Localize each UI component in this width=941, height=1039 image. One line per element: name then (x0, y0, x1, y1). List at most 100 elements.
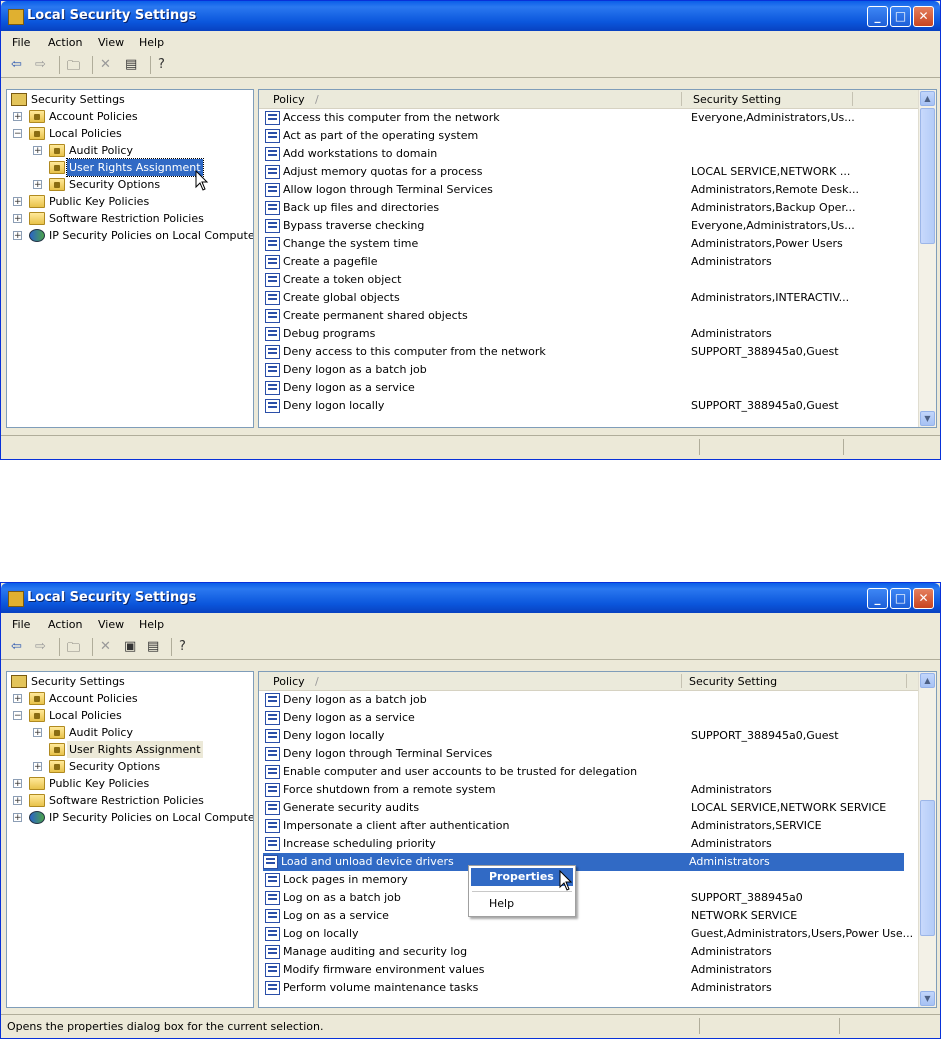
menu-help[interactable]: Help (139, 36, 164, 49)
expand-icon[interactable]: + (13, 112, 22, 122)
column-header-policy[interactable]: Policy (273, 93, 305, 106)
table-row[interactable]: Enable computer and user accounts to be … (265, 763, 905, 781)
table-row[interactable]: Allow logon through Terminal Services Adm… (265, 181, 905, 199)
scroll-up-icon[interactable]: ▲ (920, 673, 935, 688)
table-row[interactable]: Deny logon locally SUPPORT_388945a0,Guest (265, 397, 905, 415)
table-row[interactable]: Increase scheduling priority Administrato… (265, 835, 905, 853)
export-icon[interactable]: ▤ (125, 57, 137, 72)
expand-icon[interactable]: + (13, 231, 22, 241)
column-header-security-setting[interactable]: Security Setting (689, 675, 777, 688)
close-button[interactable]: ✕ (913, 6, 934, 27)
scroll-thumb[interactable] (920, 800, 935, 936)
delete-icon[interactable]: ✕ (100, 639, 111, 654)
table-row[interactable]: Log on as a service NETWORK SERVICE (265, 907, 905, 925)
menu-action[interactable]: Action (48, 36, 82, 49)
table-row[interactable]: Manage auditing and security log Administ… (265, 943, 905, 961)
table-row[interactable]: Log on as a batch job SUPPORT_388945a0 (265, 889, 905, 907)
lock-folder-icon (49, 743, 65, 756)
table-row[interactable]: Load and unload device drivers Administra… (263, 853, 904, 871)
menu-view[interactable]: View (98, 36, 124, 49)
menu-action[interactable]: Action (48, 618, 82, 631)
collapse-icon[interactable]: − (13, 129, 22, 139)
help-icon[interactable]: ? (158, 57, 165, 72)
table-row[interactable]: Perform volume maintenance tasks Administ… (265, 979, 905, 997)
policy-name: Debug programs (283, 327, 376, 340)
close-button[interactable]: ✕ (913, 588, 934, 609)
table-row[interactable]: Add workstations to domain (265, 145, 905, 163)
table-row[interactable]: Create permanent shared objects (265, 307, 905, 325)
title-bar[interactable]: Local Security Settings _ □ ✕ (1, 583, 940, 613)
expand-icon[interactable]: + (13, 813, 22, 823)
table-row[interactable]: Deny logon as a service (265, 709, 905, 727)
table-row[interactable]: Change the system time Administrators,Pow… (265, 235, 905, 253)
collapse-icon[interactable]: − (13, 711, 22, 721)
minimize-button[interactable]: _ (867, 588, 888, 609)
table-row[interactable]: Deny logon as a batch job (265, 691, 905, 709)
up-folder-icon[interactable]: 🗀 (67, 57, 80, 79)
expand-icon[interactable]: + (13, 214, 22, 224)
scroll-thumb[interactable] (920, 108, 935, 244)
expand-icon[interactable]: + (33, 762, 42, 772)
table-row[interactable]: Debug programs Administrators (265, 325, 905, 343)
expand-icon[interactable]: + (13, 779, 22, 789)
expand-icon[interactable]: + (33, 180, 42, 190)
table-row[interactable]: Back up files and directories Administrat… (265, 199, 905, 217)
table-row[interactable]: Act as part of the operating system (265, 127, 905, 145)
table-row[interactable]: Bypass traverse checking Everyone,Adminis… (265, 217, 905, 235)
context-menu-help[interactable]: Help (471, 895, 573, 913)
delete-icon[interactable]: ✕ (100, 57, 111, 72)
security-setting-value: Administrators,Power Users (691, 237, 843, 250)
table-row[interactable]: Deny logon as a batch job (265, 361, 905, 379)
security-setting-value: Administrators,SERVICE (691, 819, 822, 832)
table-row[interactable]: Log on locally Guest,Administrators,Users… (265, 925, 913, 943)
maximize-button[interactable]: □ (890, 6, 911, 27)
table-row[interactable]: Adjust memory quotas for a process LOCAL … (265, 163, 905, 181)
table-row[interactable]: Deny logon as a service (265, 379, 905, 397)
expand-icon[interactable]: + (13, 197, 22, 207)
table-row[interactable]: Deny logon through Terminal Services (265, 745, 905, 763)
table-row[interactable]: Deny access to this computer from the ne… (265, 343, 905, 361)
back-icon[interactable]: ⇦ (11, 57, 22, 72)
policy-icon (265, 255, 280, 269)
expand-icon[interactable]: + (33, 728, 42, 738)
policy-icon (265, 729, 280, 743)
table-row[interactable]: Modify firmware environment values Admini… (265, 961, 905, 979)
table-row[interactable]: Create global objects Administrators,INTE… (265, 289, 905, 307)
title-bar[interactable]: Local Security Settings _ □ ✕ (1, 1, 940, 31)
forward-icon[interactable]: ⇨ (35, 639, 46, 654)
properties-icon[interactable]: ▣ (124, 639, 136, 654)
menu-help[interactable]: Help (139, 618, 164, 631)
expand-icon[interactable]: + (33, 146, 42, 156)
table-row[interactable]: Access this computer from the network Eve… (265, 109, 905, 127)
table-row[interactable]: Force shutdown from a remote system Admin… (265, 781, 905, 799)
scroll-down-icon[interactable]: ▼ (920, 411, 935, 426)
table-row[interactable]: Deny logon locally SUPPORT_388945a0,Guest (265, 727, 905, 745)
column-header-security-setting[interactable]: Security Setting (693, 93, 781, 106)
menu-file[interactable]: File (12, 618, 30, 631)
column-header-policy[interactable]: Policy (273, 675, 305, 688)
up-folder-icon[interactable]: 🗀 (67, 639, 80, 661)
menu-view[interactable]: View (98, 618, 124, 631)
policy-name: Create global objects (283, 291, 400, 304)
context-menu-properties[interactable]: Properties (471, 868, 573, 886)
expand-icon[interactable]: + (13, 796, 22, 806)
vertical-scrollbar[interactable]: ▲ ▼ (918, 672, 936, 1007)
export-icon[interactable]: ▤ (147, 639, 159, 654)
forward-icon[interactable]: ⇨ (35, 57, 46, 72)
maximize-button[interactable]: □ (890, 588, 911, 609)
table-row[interactable]: Create a pagefile Administrators (265, 253, 905, 271)
table-row[interactable]: Impersonate a client after authenticatio… (265, 817, 905, 835)
menu-file[interactable]: File (12, 36, 30, 49)
vertical-scrollbar[interactable]: ▲ ▼ (918, 90, 936, 427)
table-row[interactable]: Generate security audits LOCAL SERVICE,NE… (265, 799, 905, 817)
scroll-up-icon[interactable]: ▲ (920, 91, 935, 106)
back-icon[interactable]: ⇦ (11, 639, 22, 654)
security-setting-value: SUPPORT_388945a0,Guest (691, 399, 839, 412)
table-row[interactable]: Create a token object (265, 271, 905, 289)
help-icon[interactable]: ? (179, 639, 186, 654)
table-row[interactable]: Lock pages in memory (265, 871, 905, 889)
scroll-down-icon[interactable]: ▼ (920, 991, 935, 1006)
minimize-button[interactable]: _ (867, 6, 888, 27)
security-setting-value: Administrators (691, 981, 772, 994)
expand-icon[interactable]: + (13, 694, 22, 704)
